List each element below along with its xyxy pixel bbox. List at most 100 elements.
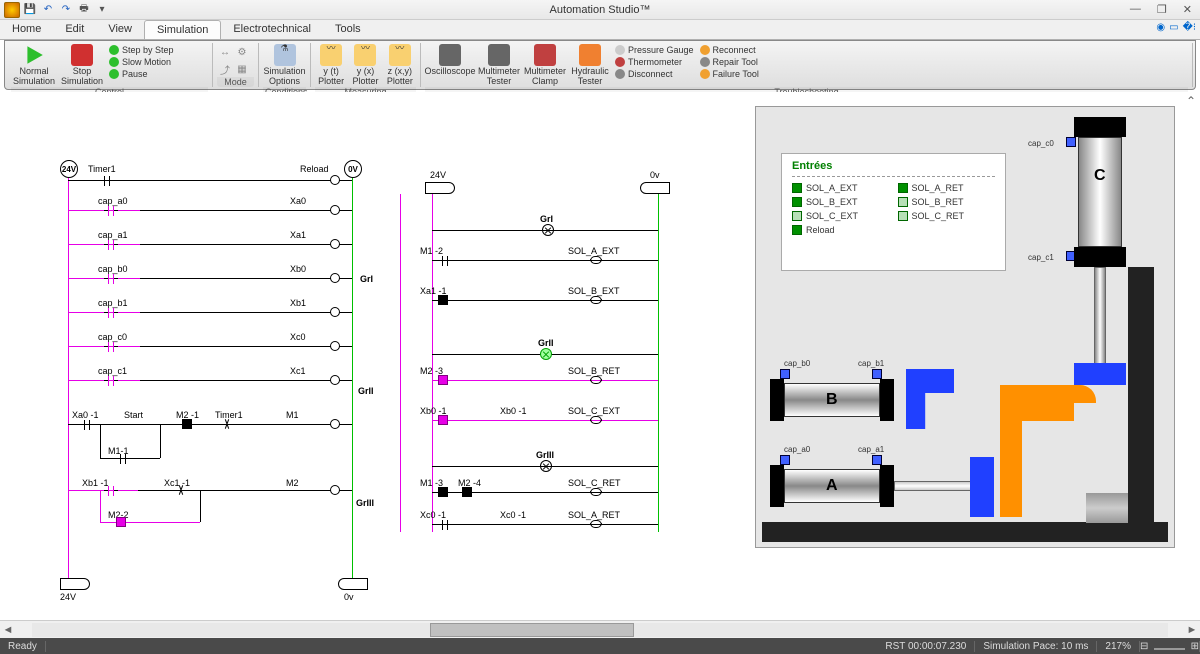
tab-view[interactable]: View: [96, 20, 144, 39]
app-icon[interactable]: [4, 2, 20, 18]
tab-edit[interactable]: Edit: [53, 20, 96, 39]
hydraulic-tester-button[interactable]: Hydraulic Tester: [569, 44, 611, 87]
mode-icon-3[interactable]: ⤴: [217, 61, 233, 77]
diagram-canvas[interactable]: ⌃ 24V 0V Timer1 Reload cap_a0 Xa0 cap_a1…: [0, 92, 1200, 620]
h-scrollbar[interactable]: ◄ ►: [0, 620, 1200, 638]
yx-plotter-button[interactable]: 〰y (x) Plotter: [349, 44, 381, 87]
zoom-slider[interactable]: ⊟ ⊞: [1140, 641, 1200, 652]
tab-tools[interactable]: Tools: [323, 20, 373, 39]
contact-cap_b0[interactable]: [104, 274, 118, 284]
cap: [770, 465, 784, 507]
lbl: SOL_A_RET: [568, 510, 620, 520]
options-icon[interactable]: �⁝: [1183, 22, 1196, 33]
contact-cap_c0[interactable]: [104, 342, 118, 352]
settings-icon[interactable]: ▾: [94, 2, 110, 18]
tab-simulation[interactable]: Simulation: [144, 20, 221, 39]
contact-xc1-nc[interactable]: [176, 485, 186, 495]
lbl: Xc0 -1: [500, 510, 526, 520]
wire: [200, 490, 201, 522]
mode-icon-4[interactable]: ▦: [234, 61, 250, 77]
oscilloscope-button[interactable]: Oscilloscope: [425, 44, 475, 77]
ribbon-tabs: Home Edit View Simulation Electrotechnic…: [0, 20, 1200, 40]
contact-M2 -3[interactable]: [438, 375, 448, 385]
help-icon[interactable]: ◉: [1156, 22, 1165, 33]
pressure-gauge-button[interactable]: Pressure Gauge: [613, 44, 696, 56]
failure-tool-button[interactable]: Failure Tool: [698, 68, 761, 80]
contact-Xb0 -1[interactable]: [438, 415, 448, 425]
lbl: Start: [124, 410, 143, 420]
contact-timer1[interactable]: [100, 176, 114, 186]
multimeter-button[interactable]: Multimeter Tester: [477, 44, 521, 87]
contact-m1-1[interactable]: [116, 454, 130, 464]
lamp-gri: [542, 224, 554, 236]
thermometer-button[interactable]: Thermometer: [613, 56, 696, 68]
mode-icon-2[interactable]: ⚙: [234, 44, 250, 60]
contact-Xc0 -1[interactable]: [438, 520, 452, 530]
ribbon: Normal Simulation Stop Simulation Step b…: [4, 40, 1196, 90]
reconnect-button[interactable]: Reconnect: [698, 44, 761, 56]
normal-simulation-button[interactable]: Normal Simulation: [11, 44, 57, 87]
scroll-right-icon[interactable]: ►: [1184, 624, 1200, 636]
bus-0v-2: [640, 182, 670, 194]
lbl: GrIII: [536, 450, 554, 460]
cap: [880, 465, 894, 507]
stop-simulation-button[interactable]: Stop Simulation: [59, 44, 105, 87]
contact[interactable]: [462, 487, 472, 497]
contact-cap_c1[interactable]: [104, 376, 118, 386]
save-icon[interactable]: 💾: [22, 2, 38, 18]
contact-Xa1 -1[interactable]: [438, 295, 448, 305]
pause-button[interactable]: Pause: [107, 68, 176, 80]
cylinder-c[interactable]: [1078, 137, 1122, 247]
simulation-options-button[interactable]: ⚗Simulation Options: [263, 44, 306, 87]
entree-SOL_A_RET: SOL_A_RET: [898, 183, 996, 193]
contact-m2-1[interactable]: [182, 419, 192, 429]
wire: [432, 300, 658, 301]
disconnect-button[interactable]: Disconnect: [613, 68, 696, 80]
step-button[interactable]: Step by Step: [107, 44, 176, 56]
zxy-plotter-button[interactable]: 〰z (x,y) Plotter: [384, 44, 416, 87]
lbl: Xc1: [290, 366, 306, 376]
contact-cap_a1[interactable]: [104, 240, 118, 250]
lbl: A: [826, 477, 838, 495]
tool-a: [970, 457, 994, 517]
contact-m2-2[interactable]: [116, 517, 126, 527]
maximize-button[interactable]: ❐: [1153, 3, 1171, 16]
lbl: cap_c1: [98, 366, 127, 376]
coil-Xc0: [330, 341, 340, 351]
mode-icon-1[interactable]: ↔: [217, 44, 233, 60]
contact-cap_b1[interactable]: [104, 308, 118, 318]
lbl: 24V: [60, 592, 76, 602]
collapse-chevron-icon[interactable]: ⌃: [1186, 94, 1196, 108]
lbl: Xc0: [290, 332, 306, 342]
contact-M1 -3[interactable]: [438, 487, 448, 497]
contact-M1 -2[interactable]: [438, 256, 452, 266]
wire: [140, 278, 352, 279]
status-zoom[interactable]: 217%: [1097, 641, 1140, 652]
lbl: M1: [286, 410, 299, 420]
start-switch[interactable]: [126, 419, 136, 429]
collapse-ribbon-icon[interactable]: ▭: [1169, 22, 1178, 33]
scroll-track[interactable]: [32, 623, 1168, 637]
contact-xa0[interactable]: [80, 420, 94, 430]
tool-b: [906, 369, 954, 429]
print-icon[interactable]: 🖶: [76, 2, 92, 18]
ribbon-group-conditions: ⚗Simulation Options Conditions: [259, 43, 311, 87]
contact-cap_a0[interactable]: [104, 206, 118, 216]
contact-timer-nc[interactable]: [222, 419, 232, 429]
minimize-button[interactable]: —: [1126, 3, 1145, 16]
clamp-button[interactable]: Multimeter Clamp: [523, 44, 567, 87]
undo-icon[interactable]: ↶: [40, 2, 56, 18]
repair-tool-button[interactable]: Repair Tool: [698, 56, 761, 68]
tab-home[interactable]: Home: [0, 20, 53, 39]
tab-electrotechnical[interactable]: Electrotechnical: [221, 20, 323, 39]
coil-m2: [330, 485, 340, 495]
close-button[interactable]: ✕: [1179, 3, 1196, 16]
redo-icon[interactable]: ↷: [58, 2, 74, 18]
contact-xb1-1[interactable]: [104, 486, 118, 496]
yt-plotter-button[interactable]: 〰y (t) Plotter: [315, 44, 347, 87]
slow-motion-button[interactable]: Slow Motion: [107, 56, 176, 68]
scroll-thumb[interactable]: [430, 623, 634, 637]
grafcet-rail-left: [400, 194, 401, 532]
scroll-left-icon[interactable]: ◄: [0, 624, 16, 636]
coil-Xa1: [330, 239, 340, 249]
